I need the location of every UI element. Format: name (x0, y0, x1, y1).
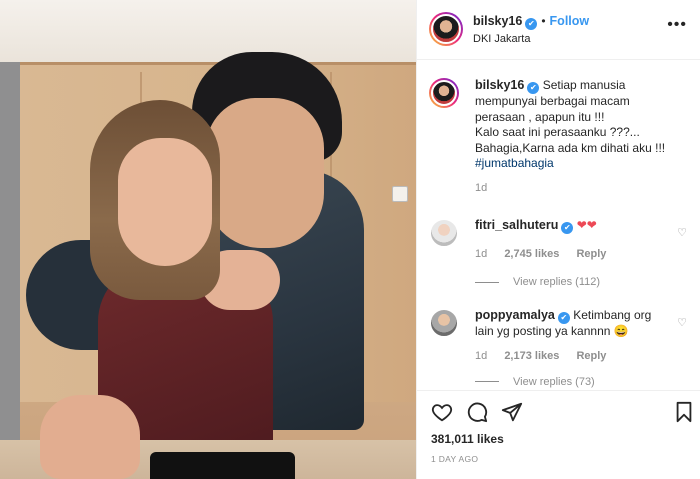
comment-meta: 1d 2,173 likes Reply (475, 350, 689, 362)
likes-count[interactable]: 381,011 likes (431, 432, 504, 446)
smile-emoji: 😄 (613, 324, 629, 338)
view-replies-label: View replies (73) (513, 375, 595, 388)
caption-line: perasaan , apapun itu !!! (475, 109, 605, 124)
header-username[interactable]: bilsky16 (473, 14, 522, 28)
caption-text: bilsky16 ✔ Setiap manusia mempunyai berba… (475, 78, 689, 172)
heart-outline-icon[interactable] (431, 401, 453, 423)
avatar[interactable] (429, 78, 459, 108)
like-comment-icon[interactable]: ♡ (677, 226, 687, 239)
caption-line: mempunyai berbagai macam (475, 94, 630, 108)
comment-meta: 1d 2,745 likes Reply (475, 248, 689, 260)
view-replies-label: View replies (112) (513, 276, 601, 288)
avatar[interactable] (429, 308, 459, 338)
comment-bubble-icon[interactable] (466, 401, 488, 423)
verified-badge-icon: ✔ (527, 82, 540, 94)
comment-time[interactable]: 1d (475, 350, 487, 362)
verified-badge-icon: ✔ (561, 222, 574, 234)
comment-time[interactable]: 1d (475, 248, 487, 260)
caption-line: Kalo saat ini perasaanku ???... (475, 125, 640, 139)
like-comment-icon[interactable]: ♡ (677, 316, 687, 329)
photo-hand (40, 395, 140, 479)
avatar[interactable] (429, 12, 463, 46)
more-options-icon[interactable]: ••• (667, 16, 687, 34)
location-link[interactable]: DKI Jakarta (473, 33, 530, 45)
comment-text: fitri_salhuteru ✔ ❤❤ (475, 218, 689, 234)
divider (475, 381, 499, 383)
divider (475, 281, 499, 283)
hashtag-link[interactable]: #jumatbahagia (475, 156, 554, 170)
comment-line: lain yg posting ya kannnn (475, 324, 611, 338)
reply-button[interactable]: Reply (576, 350, 606, 362)
post-side-panel: bilsky16 ✔ • Follow DKI Jakarta ••• bilsky1… (416, 0, 700, 479)
photo-ceiling (0, 0, 416, 70)
post-header: bilsky16 ✔ • Follow DKI Jakarta ••• (417, 0, 700, 60)
list-item: fitri_salhuteru ✔ ❤❤ ♡ 1d 2,745 likes Rep… (429, 218, 689, 288)
verified-badge-icon: ✔ (557, 312, 570, 324)
follow-button[interactable]: Follow (550, 14, 590, 28)
comment-text: poppyamalya ✔ Ketimbang org lain yg posti… (475, 308, 689, 340)
comments-area[interactable]: bilsky16 ✔ Setiap manusia mempunyai berba… (417, 60, 700, 390)
paper-plane-icon[interactable] (501, 401, 523, 423)
photo-man-face (206, 98, 324, 248)
post-photo[interactable] (0, 0, 416, 479)
caption-line: Bahagia,Karna ada km dihati aku !!! (475, 140, 666, 155)
avatar[interactable] (429, 218, 459, 248)
photo-woman-face (118, 138, 212, 266)
reply-button[interactable]: Reply (576, 248, 606, 260)
caption-username[interactable]: bilsky16 (475, 78, 524, 92)
comment-likes[interactable]: 2,173 likes (504, 350, 559, 362)
caption-line: Setiap manusia (542, 78, 626, 92)
caption: bilsky16 ✔ Setiap manusia mempunyai berba… (429, 78, 689, 194)
view-replies-button[interactable]: View replies (112) (475, 276, 689, 288)
post-date: 1 DAY AGO (431, 454, 479, 464)
comment-line: Ketimbang org (573, 308, 652, 322)
photo-light-switch (392, 186, 408, 202)
photo-phone (150, 452, 295, 479)
caption-time[interactable]: 1d (475, 182, 487, 194)
header-user-line: bilsky16 ✔ • Follow (473, 14, 589, 30)
heart-emoji: ❤❤ (576, 218, 597, 232)
caption-meta: 1d (475, 182, 689, 194)
view-replies-button[interactable]: View replies (73) (475, 376, 689, 388)
comment-likes[interactable]: 2,745 likes (504, 248, 559, 260)
list-item: poppyamalya ✔ Ketimbang org lain yg posti… (429, 308, 689, 388)
separator-dot: • (541, 14, 546, 28)
comment-username[interactable]: poppyamalya (475, 308, 555, 322)
action-bar: 381,011 likes 1 DAY AGO (417, 390, 700, 479)
bookmark-icon[interactable] (673, 401, 695, 423)
photo-left-wall (0, 62, 20, 462)
comment-username[interactable]: fitri_salhuteru (475, 218, 558, 232)
verified-badge-icon: ✔ (525, 18, 538, 30)
